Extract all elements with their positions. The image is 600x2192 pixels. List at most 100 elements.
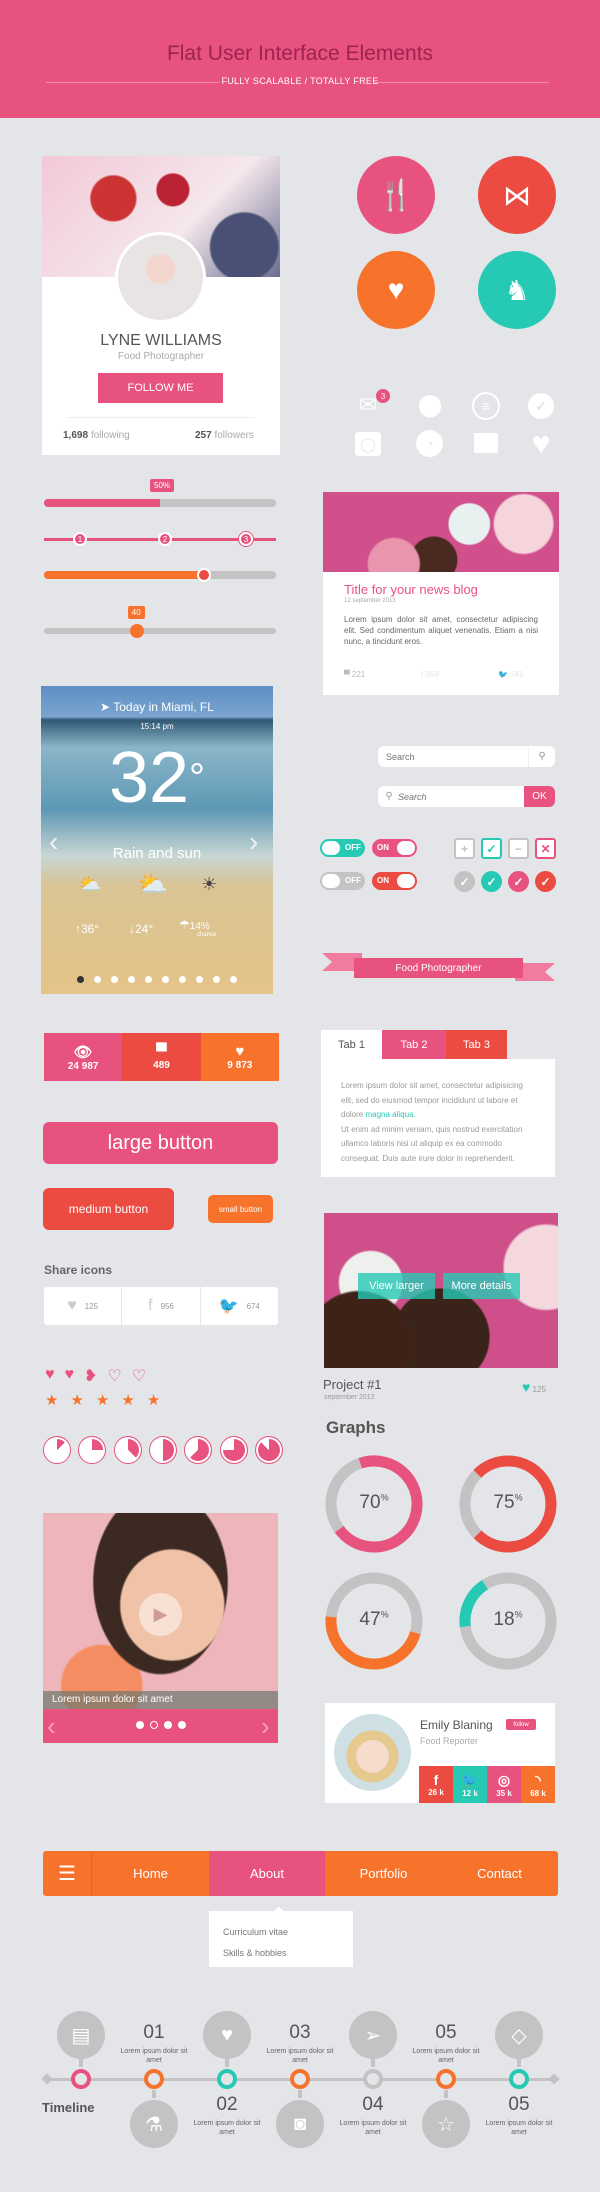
project-image[interactable]: View larger More details	[324, 1213, 558, 1368]
timeline-dot[interactable]	[509, 2069, 529, 2089]
step-2[interactable]: 2	[158, 532, 172, 546]
round-checkbox[interactable]: ✓	[454, 871, 475, 892]
heart-icon[interactable]: ♥	[203, 2011, 251, 2059]
page-dot[interactable]	[135, 1721, 144, 1729]
star-rating[interactable]: ★ ★ ★ ★ ★	[45, 1391, 160, 1409]
author-avatar[interactable]	[334, 1714, 411, 1791]
page-dot[interactable]	[179, 976, 186, 983]
share-twitter[interactable]: 🐦 674	[201, 1287, 278, 1325]
toggle-switch[interactable]: OFF	[320, 839, 365, 857]
search-input[interactable]	[378, 746, 523, 767]
social-twitter[interactable]: 🐦 12 k	[453, 1766, 487, 1803]
deer-icon[interactable]: ♞	[478, 251, 556, 329]
nav-item-contact[interactable]: Contact	[441, 1851, 558, 1896]
timeline-dot[interactable]	[217, 2069, 237, 2089]
avatar[interactable]	[115, 232, 206, 323]
fork-spoon-icon[interactable]: 🍴	[357, 156, 435, 234]
page-dot[interactable]	[213, 976, 220, 983]
camera-icon[interactable]: ◯	[355, 432, 381, 456]
timeline-dot[interactable]	[71, 2069, 91, 2089]
page-dot[interactable]	[196, 976, 203, 983]
search-input[interactable]	[398, 786, 518, 807]
slider-handle[interactable]	[197, 568, 212, 582]
blog-title[interactable]: Title for your news blog	[344, 582, 478, 597]
heart-icon[interactable]: ♡	[132, 1366, 146, 1386]
star-icon[interactable]: ★	[70, 1391, 83, 1409]
tab-2[interactable]: Tab 2	[382, 1030, 446, 1059]
star-icon[interactable]: ★	[45, 1391, 58, 1409]
paper-plane-icon[interactable]: ➢	[349, 2011, 397, 2059]
page-dot[interactable]	[162, 976, 169, 983]
social-facebook[interactable]: f 26 k	[419, 1766, 453, 1803]
page-dot[interactable]	[230, 976, 237, 983]
page-dot[interactable]	[94, 976, 101, 983]
page-dot[interactable]	[163, 1721, 172, 1729]
view-larger-button[interactable]: View larger	[358, 1273, 435, 1299]
checkbox[interactable]: ✕	[535, 838, 556, 859]
page-dot[interactable]	[145, 976, 152, 983]
check-icon[interactable]: ✓	[528, 393, 554, 419]
stat-2[interactable]: ♥ 9 873	[200, 1033, 279, 1081]
page-dot[interactable]	[177, 1721, 186, 1729]
social-dribbble[interactable]: ◎ 35 k	[487, 1766, 521, 1803]
follow-button[interactable]: FOLLOW ME	[98, 373, 223, 403]
timeline-dot[interactable]	[144, 2069, 164, 2089]
medium-button[interactable]: medium button	[43, 1188, 174, 1230]
tab-3[interactable]: Tab 3	[446, 1030, 507, 1059]
heart-icon[interactable]: ♥	[65, 1366, 75, 1386]
heart-rating[interactable]: ♥ ♥ ❥ ♡ ♡	[45, 1366, 146, 1386]
timeline-dot[interactable]	[290, 2069, 310, 2089]
timeline-dot[interactable]	[363, 2069, 383, 2089]
page-dot[interactable]	[128, 976, 135, 983]
heart-icon[interactable]: ❥	[84, 1366, 97, 1386]
checkbox[interactable]: ✓	[481, 838, 502, 859]
heart-icon[interactable]: ♥	[45, 1366, 55, 1386]
round-checkbox[interactable]: ✓	[508, 871, 529, 892]
nav-item-home[interactable]: Home	[92, 1851, 209, 1896]
round-checkbox[interactable]: ✓	[535, 871, 556, 892]
share-heart[interactable]: ♥ 125	[44, 1287, 123, 1325]
page-dot[interactable]	[149, 1721, 158, 1729]
step-1[interactable]: 1	[73, 532, 87, 546]
toggle-switch[interactable]: ON	[372, 872, 417, 890]
more-details-button[interactable]: More details	[443, 1273, 520, 1299]
play-button[interactable]: ▶	[139, 1593, 182, 1636]
round-checkbox[interactable]: ✓	[481, 871, 502, 892]
slider-handle[interactable]	[129, 624, 144, 638]
slider-value[interactable]	[44, 628, 276, 634]
page-dot[interactable]	[77, 976, 84, 983]
star-icon[interactable]: ★	[147, 1391, 160, 1409]
heart-icon[interactable]: ♡	[107, 1366, 121, 1386]
follow-button[interactable]: follow	[506, 1719, 536, 1730]
tab-link[interactable]: magna aliqua	[365, 1110, 413, 1119]
comments-stat[interactable]: ▀ 221	[344, 670, 365, 679]
project-likes[interactable]: ♥ 125	[522, 1379, 546, 1395]
timeline-dot[interactable]	[436, 2069, 456, 2089]
camera-icon[interactable]: ◙	[276, 2100, 324, 2148]
twitter-stat[interactable]: 🐦 741	[498, 670, 524, 679]
toggle-switch[interactable]: OFF	[320, 872, 365, 890]
checkbox[interactable]: +	[454, 838, 475, 859]
heart-icon[interactable]: ♥	[357, 251, 435, 329]
large-button[interactable]: large button	[43, 1122, 278, 1164]
facebook-stat[interactable]: f 359	[421, 670, 439, 679]
slider-orange[interactable]	[44, 571, 276, 579]
diamond-icon[interactable]: ◇	[495, 2011, 543, 2059]
page-dot[interactable]	[111, 976, 118, 983]
dropdown-item[interactable]: Skills & hobbies	[223, 1943, 339, 1964]
star-icon[interactable]: ★	[96, 1391, 109, 1409]
search-icon[interactable]: ⚲	[528, 746, 555, 767]
hamburger-menu-icon[interactable]: ☰	[43, 1851, 92, 1896]
search-ok-button[interactable]: OK	[524, 786, 555, 807]
stat-1[interactable]: ▀ 489	[122, 1033, 201, 1081]
project-title[interactable]: Project #1	[323, 1377, 382, 1392]
step-3[interactable]: 3	[239, 532, 253, 546]
location-pin-icon[interactable]: ⬤	[418, 392, 443, 417]
nav-item-portfolio[interactable]: Portfolio	[325, 1851, 442, 1896]
small-button[interactable]: small button	[208, 1195, 273, 1223]
star-icon[interactable]: ☆	[422, 2100, 470, 2148]
nav-item-about[interactable]: About	[209, 1851, 325, 1896]
clock-icon[interactable]: ◔	[416, 430, 443, 457]
checkbox[interactable]: −	[508, 838, 529, 859]
dropdown-item[interactable]: Curriculum vitae	[223, 1922, 339, 1943]
